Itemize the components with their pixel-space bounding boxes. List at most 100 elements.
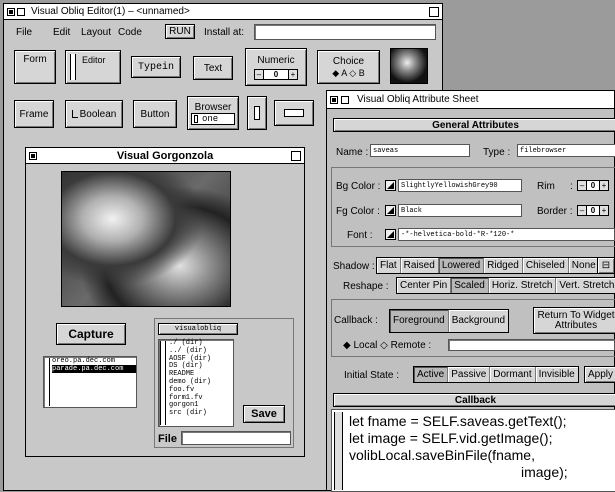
local-radio[interactable]: ◆ Local ◇ Remote : bbox=[343, 340, 431, 351]
font-field[interactable]: -*-helvetica-bold-*R-*120-* bbox=[398, 228, 615, 241]
initial-state-options: Active Passive Dormant Invisible bbox=[413, 366, 579, 383]
editor-titlebar: Visual Obliq Editor(1) – <unnamed> bbox=[4, 4, 442, 20]
palette-typein[interactable]: Typein bbox=[131, 56, 181, 78]
menu-edit[interactable]: Edit bbox=[53, 27, 70, 38]
return-button[interactable]: Return To Widget Attributes bbox=[533, 307, 615, 334]
name-label: Name : bbox=[336, 147, 369, 158]
menu-code[interactable]: Code bbox=[118, 27, 142, 38]
palette-editor[interactable]: Editor bbox=[65, 50, 121, 84]
maximize-icon[interactable] bbox=[429, 6, 439, 17]
initial-dormant[interactable]: Dormant bbox=[490, 367, 536, 382]
reshape-scaled[interactable]: Scaled bbox=[451, 278, 489, 293]
palette-text[interactable]: Text bbox=[193, 56, 233, 80]
minus-icon[interactable]: – bbox=[577, 180, 587, 191]
install-field[interactable] bbox=[254, 24, 436, 40]
checkbox-icon bbox=[71, 110, 78, 118]
gorgonzola-titlebar: Visual Gorgonzola bbox=[26, 148, 304, 164]
palette-hscroll[interactable] bbox=[274, 100, 314, 126]
reshape-vert-stretch[interactable]: Vert. Stretch bbox=[556, 278, 615, 293]
bg-color-label: Bg Color : bbox=[336, 181, 381, 192]
menu-layout[interactable]: Layout bbox=[81, 27, 111, 38]
initial-invisible[interactable]: Invisible bbox=[536, 367, 578, 382]
gorgonzola-window: Visual Gorgonzola Capture oreo.pa.dec.co… bbox=[25, 147, 305, 457]
host-item[interactable]: oreo.pa.dec.com bbox=[52, 357, 136, 365]
video-image bbox=[61, 171, 231, 307]
file-scroll-icon bbox=[160, 341, 166, 425]
host-list[interactable]: oreo.pa.dec.com parade.pa.dec.com bbox=[43, 356, 137, 408]
palette-browser[interactable]: Browser one bbox=[187, 96, 239, 130]
boolean-label: Boolean bbox=[79, 108, 117, 120]
shadow-flat[interactable]: Flat bbox=[377, 258, 401, 273]
reshape-label: Reshape : bbox=[343, 281, 389, 292]
attr-iconify-icon[interactable] bbox=[341, 95, 349, 104]
bg-color-field[interactable]: SlightlyYellowishGrey90 bbox=[398, 179, 522, 192]
fg-color-picker-icon[interactable] bbox=[385, 205, 396, 216]
save-button[interactable]: Save bbox=[243, 405, 285, 423]
shadow-ridged[interactable]: Ridged bbox=[484, 258, 523, 273]
capture-button[interactable]: Capture bbox=[56, 323, 126, 345]
palette-vscroll[interactable] bbox=[247, 96, 267, 130]
window-menu-icon[interactable] bbox=[7, 7, 15, 16]
shadow-none[interactable]: None bbox=[569, 258, 599, 273]
fg-color-field[interactable]: Black bbox=[398, 204, 522, 217]
plus-icon[interactable]: + bbox=[599, 205, 609, 216]
general-label: General Attributes bbox=[432, 119, 519, 131]
file-item[interactable]: src (dir) bbox=[169, 409, 233, 418]
rim-stepper[interactable]: –0 + bbox=[577, 180, 609, 191]
code-line: volibLocal.saveBinFile(fname, bbox=[349, 447, 535, 463]
initial-active[interactable]: Active bbox=[414, 367, 449, 382]
bg-color-picker-icon[interactable] bbox=[385, 180, 396, 191]
frame-label: Frame bbox=[19, 108, 49, 120]
text-label: Text bbox=[203, 62, 223, 74]
local-label: Local bbox=[353, 340, 378, 351]
run-button[interactable]: RUN bbox=[165, 24, 195, 39]
callback-background[interactable]: Background bbox=[449, 310, 508, 332]
minus-icon[interactable]: – bbox=[577, 205, 587, 216]
rim-colon: : bbox=[570, 181, 573, 192]
plus-icon[interactable]: + bbox=[599, 180, 609, 191]
browser-sample: one bbox=[191, 112, 235, 125]
palette-numeric[interactable]: Numeric –0 + bbox=[245, 48, 307, 86]
font-picker-icon[interactable] bbox=[385, 229, 396, 240]
callback-foreground[interactable]: Foreground bbox=[390, 310, 449, 332]
menu-file[interactable]: File bbox=[16, 27, 32, 38]
palette-frame[interactable]: Frame bbox=[14, 100, 54, 128]
shadow-extra-icon[interactable]: ⊟ bbox=[597, 257, 615, 274]
reshape-horiz-stretch[interactable]: Horiz. Stretch bbox=[489, 278, 557, 293]
palette-form[interactable]: Form bbox=[14, 50, 56, 84]
iconify-icon[interactable] bbox=[17, 7, 25, 16]
shadow-lowered[interactable]: Lowered bbox=[438, 258, 485, 273]
reshape-center-pin[interactable]: Center Pin bbox=[397, 278, 452, 293]
form-label: Form bbox=[23, 54, 47, 65]
file-list[interactable]: ./ (dir) ../ (dir) AOSF (dir) DS (dir) R… bbox=[158, 339, 234, 427]
editor-scroll-icon bbox=[70, 54, 76, 80]
host-item-selected[interactable]: parade.pa.dec.com bbox=[52, 365, 136, 373]
border-label: Border : bbox=[537, 206, 573, 217]
attr-menu-icon[interactable] bbox=[330, 95, 338, 104]
gorgonzola-maximize-icon[interactable] bbox=[291, 150, 301, 161]
install-label: Install at: bbox=[204, 27, 245, 38]
rim-value: 0 bbox=[587, 180, 599, 191]
palette-video-icon[interactable] bbox=[390, 48, 428, 84]
palette-choice[interactable]: Choice ◆ A ◇ B bbox=[317, 50, 380, 84]
browser-dir-label: visualobliq bbox=[174, 325, 222, 333]
callback-title: Callback bbox=[454, 394, 497, 406]
initial-passive[interactable]: Passive bbox=[448, 367, 491, 382]
capture-label: Capture bbox=[68, 327, 114, 341]
shadow-chiseled[interactable]: Chiseled bbox=[523, 258, 569, 273]
apply-button[interactable]: Apply bbox=[584, 366, 615, 383]
gorgonzola-menu-icon[interactable] bbox=[29, 151, 37, 160]
editor-title: Visual Obliq Editor(1) – <unnamed> bbox=[31, 6, 190, 17]
palette-button[interactable]: Button bbox=[133, 100, 177, 128]
hscroll-icon bbox=[284, 109, 304, 117]
file-input[interactable] bbox=[181, 431, 291, 445]
code-editor[interactable]: let fname = SELF.saveas.getText(); let i… bbox=[331, 409, 615, 492]
shadow-raised[interactable]: Raised bbox=[401, 258, 439, 273]
remote-field[interactable] bbox=[448, 339, 615, 351]
type-field[interactable]: filebrowser bbox=[517, 144, 615, 157]
border-stepper[interactable]: –0 + bbox=[577, 205, 609, 216]
name-field[interactable]: saveas bbox=[370, 144, 470, 157]
palette-boolean[interactable]: Boolean bbox=[65, 100, 123, 128]
code-scroll-icon[interactable] bbox=[334, 412, 343, 490]
browser-dir-button[interactable]: visualobliq bbox=[158, 323, 238, 335]
